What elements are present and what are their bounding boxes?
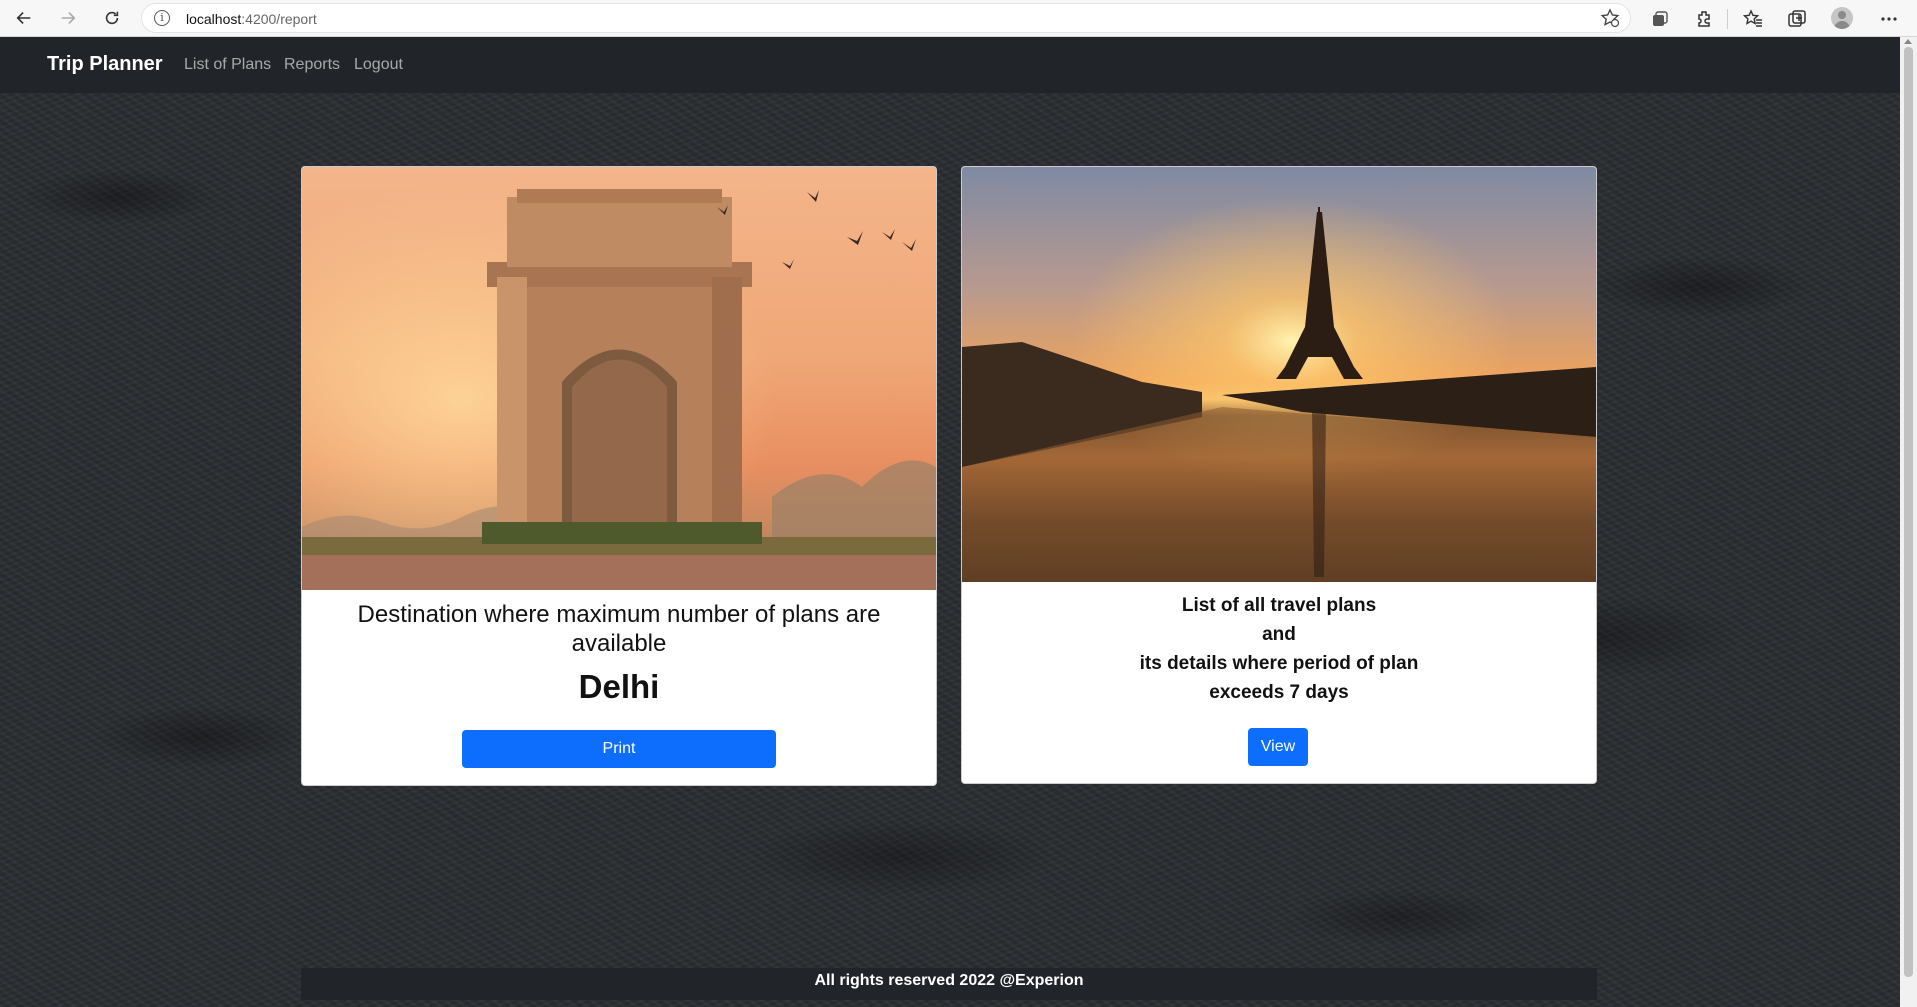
max-plans-card-body: Destination where maximum number of plan… (302, 600, 936, 706)
toolbar-divider (1727, 9, 1728, 29)
reload-icon[interactable] (99, 6, 125, 30)
nav-list-of-plans[interactable]: List of Plans (184, 56, 271, 74)
footer: All rights reserved 2022 @Experion (301, 968, 1597, 1000)
extensions-icon[interactable] (1693, 8, 1715, 30)
browser-toolbar: i localhost:4200/report (0, 0, 1917, 37)
page-background: Trip Planner List of Plans Reports Logou… (0, 37, 1900, 1007)
scrollbar-thumb[interactable] (1904, 47, 1913, 977)
more-options-icon[interactable] (1878, 8, 1900, 30)
long-plans-line-1: List of all travel plans (1181, 595, 1377, 616)
nav-logout[interactable]: Logout (354, 56, 403, 74)
tab-collections-icon[interactable] (1786, 8, 1808, 30)
top-navbar: Trip Planner List of Plans Reports Logou… (0, 37, 1900, 93)
max-plans-card: Destination where maximum number of plan… (301, 166, 937, 786)
scroll-up-arrow-icon[interactable] (1904, 39, 1912, 44)
eiffel-tower-image (962, 167, 1596, 582)
long-plans-line-2: and (1262, 624, 1296, 645)
long-plans-card: List of all travel plans and its details… (961, 166, 1597, 784)
max-plans-title: Destination where maximum number of plan… (357, 601, 881, 657)
top-destination-city: Delhi (578, 668, 660, 705)
url-text: localhost:4200/report (186, 11, 317, 27)
site-info-icon[interactable]: i (154, 10, 170, 26)
view-button[interactable]: View (1248, 728, 1308, 766)
add-favorite-icon[interactable] (1600, 8, 1620, 28)
nav-reports[interactable]: Reports (284, 56, 340, 74)
long-plans-line-3: its details where period of plan (1139, 653, 1419, 674)
print-button[interactable]: Print (462, 730, 776, 768)
favorites-icon[interactable] (1742, 8, 1764, 30)
page-scrollbar[interactable] (1900, 37, 1917, 1007)
india-gate-image (302, 167, 936, 590)
brand-link[interactable]: Trip Planner (47, 53, 163, 76)
long-plans-line-4: exceeds 7 days (1209, 682, 1349, 703)
collections-icon[interactable] (1649, 8, 1671, 30)
profile-avatar[interactable] (1831, 7, 1853, 29)
long-plans-card-body: List of all travel plans and its details… (962, 591, 1596, 707)
back-icon[interactable] (11, 6, 37, 30)
address-bar[interactable]: i localhost:4200/report (141, 3, 1631, 33)
forward-icon[interactable] (55, 6, 81, 30)
